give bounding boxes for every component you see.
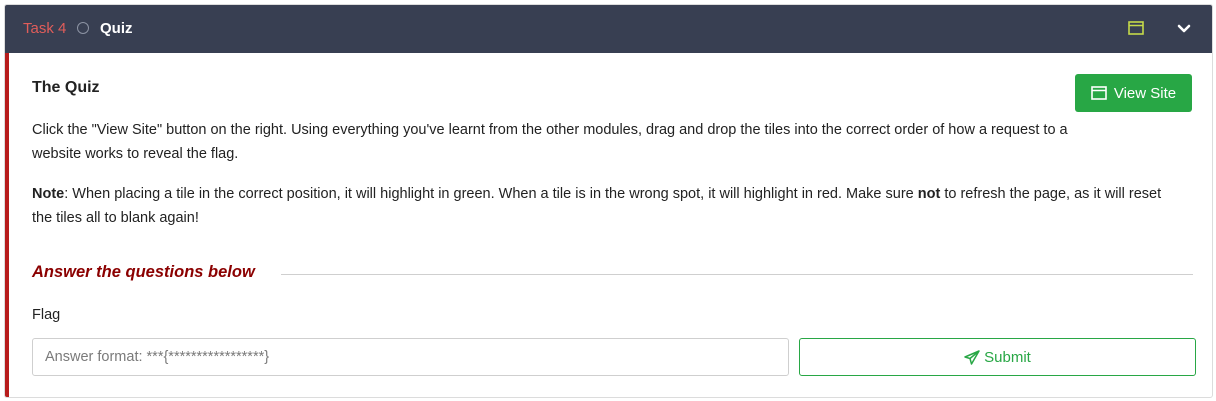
answers-section-title: Answer the questions below <box>32 263 255 281</box>
answer-input[interactable] <box>32 338 789 376</box>
view-site-button[interactable]: View Site <box>1075 74 1192 112</box>
circle-icon <box>77 22 89 34</box>
section-divider <box>281 274 1193 275</box>
task-header[interactable]: Task 4 Quiz <box>5 5 1212 53</box>
paper-plane-icon <box>964 349 980 365</box>
split-view-icon[interactable] <box>1128 21 1144 35</box>
submit-label: Submit <box>984 348 1031 366</box>
view-site-label: View Site <box>1113 84 1177 102</box>
task-title: Quiz <box>100 20 133 37</box>
task-number: Task 4 <box>23 20 67 37</box>
note-paragraph: Note: When placing a tile in the correct… <box>32 182 1182 230</box>
chevron-down-icon[interactable] <box>1175 19 1193 37</box>
note-text-1: : When placing a tile in the correct pos… <box>64 186 918 202</box>
content-heading: The Quiz <box>32 79 100 96</box>
task-body: The Quiz View Site Click the "View Site"… <box>5 53 1212 397</box>
note-label: Note <box>32 186 65 202</box>
submit-button[interactable]: Submit <box>799 338 1196 376</box>
question-label: Flag <box>32 307 61 323</box>
task-panel: Task 4 Quiz The Quiz View Site Click the… <box>4 4 1213 398</box>
instructions-paragraph: Click the "View Site" button on the righ… <box>32 122 1068 162</box>
window-icon <box>1091 86 1107 100</box>
note-emphasis: not <box>917 186 941 202</box>
